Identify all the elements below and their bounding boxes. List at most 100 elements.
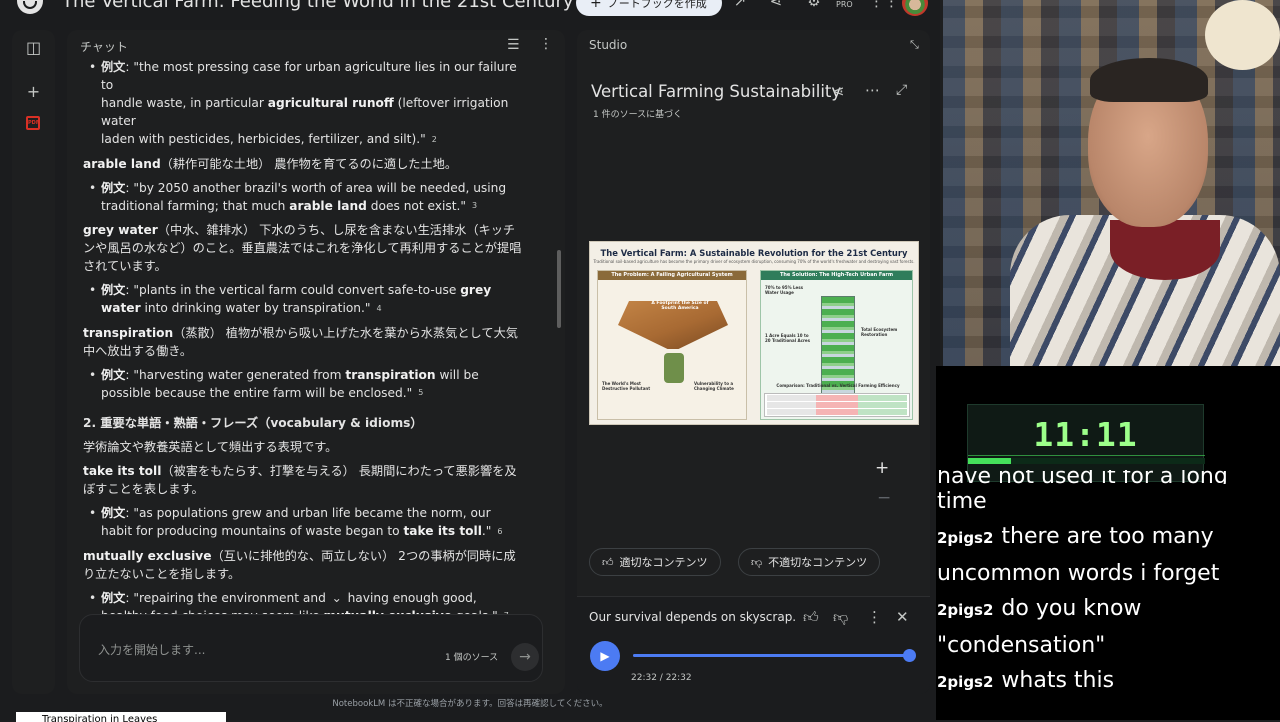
plush-toy <box>1205 0 1280 70</box>
example-bullet: 例文: "the most pressing case for urban ag… <box>83 58 523 149</box>
example-label: 例文 <box>101 590 126 605</box>
analytics-icon[interactable]: ↗ <box>730 0 750 12</box>
left-rail: ◫ + PDF <box>12 30 55 694</box>
audio-time: 22:32 / 22:32 <box>631 673 692 683</box>
studio-panel-title: Studio <box>589 38 628 52</box>
create-notebook-label: ノートブックを作成 <box>607 0 707 10</box>
toggle-sidebar-icon[interactable]: ◫ <box>24 38 43 57</box>
chat-scrollbar[interactable] <box>557 250 561 328</box>
table-row <box>767 402 907 408</box>
infographic-solution-panel: The Solution: The High-Tech Urban Farm 7… <box>760 270 913 420</box>
user-avatar[interactable] <box>902 0 928 16</box>
source-count: 1 個のソース <box>445 653 499 663</box>
example-bold-term: agricultural runoff <box>267 96 394 110</box>
play-icon[interactable]: ▶ <box>590 641 620 671</box>
example-text: : "repairing the environment and <box>125 590 330 605</box>
add-source-icon[interactable]: + <box>24 82 43 101</box>
bad-content-label: 不適切なコンテンツ <box>768 556 868 569</box>
bottom-tab[interactable]: Transpiration in Leaves <box>16 712 226 722</box>
table-row <box>767 395 907 401</box>
top-bar: The Vertical Farm: Feeding the World in … <box>0 0 940 28</box>
audio-overview-title: Our survival depends on skyscrap... <box>589 610 795 624</box>
citation-ref[interactable]: 2 <box>432 131 437 149</box>
note-subtitle: 1 件のソースに基づく <box>593 110 683 120</box>
chat-panel: チャット ☰ ⋮ 例文: "the most pressing case for… <box>67 30 565 694</box>
acre-caption: 1 Acre Equals 10 to 20 Traditional Acres <box>765 333 811 343</box>
example-label: 例文 <box>101 506 126 520</box>
stream-chat-message: 2pigs2 there are too many uncommon words … <box>937 519 1280 591</box>
audio-thumbs-down-icon[interactable]: 👎︎ <box>833 608 848 627</box>
citation-ref[interactable]: 6 <box>497 523 502 541</box>
vocab-term: take its toll <box>83 464 162 478</box>
chat-settings-tune-icon[interactable]: ☰ <box>507 37 520 53</box>
good-content-button[interactable]: 👍︎ 適切なコンテンツ <box>589 548 721 576</box>
pollutant-caption: The World's Most Destructive Pollutant <box>602 381 651 391</box>
chat-username: 2pigs2 <box>937 529 994 547</box>
share-icon[interactable]: ⋖ <box>766 0 786 12</box>
create-notebook-button[interactable]: + ノートブックを作成 <box>576 0 722 16</box>
citation-ref[interactable]: 4 <box>377 300 382 318</box>
example-text: does not exist." <box>366 198 467 213</box>
footprint-caption: A Footprint the Size of South America <box>651 301 709 311</box>
notebook-title[interactable]: The Vertical Farm: Feeding the World in … <box>62 0 574 12</box>
vocab-term: mutually exclusive <box>83 548 212 563</box>
audio-progress-slider[interactable] <box>633 649 916 662</box>
restoration-caption: Total Ecosystem Restoration <box>861 327 898 337</box>
disclaimer-note: NotebookLM は不正確な場合があります。回答は再確認してください。 <box>332 699 608 709</box>
plus-icon: + <box>590 0 602 11</box>
notebooklm-logo-icon[interactable] <box>17 0 43 14</box>
example-bullet: 例文: "harvesting water generated from tra… <box>83 366 523 403</box>
chat-message-text: whats this <box>1001 668 1115 693</box>
chat-panel-title: チャット <box>80 40 128 54</box>
scroll-down-chevron-icon[interactable]: ⌄ <box>330 589 344 607</box>
example-bullet: 例文: "plants in the vertical farm could c… <box>83 281 523 318</box>
example-label: 例文 <box>101 367 126 382</box>
section-heading: 2. 重要な単語・熟語・フレーズ（vocabulary & idioms） <box>83 416 423 430</box>
example-text: into drinking water by transpiration." <box>140 301 371 315</box>
audio-player: Our survival depends on skyscrap... 👍︎ 👎… <box>577 596 930 694</box>
example-bullet: 例文: "as populations grew and urban life … <box>83 504 523 541</box>
audio-thumbs-up-icon[interactable]: 👍︎ <box>803 608 819 627</box>
funnel-illustration <box>664 353 684 383</box>
example-text: laden with pesticides, herbicides, ferti… <box>101 132 426 146</box>
citation-ref[interactable]: 5 <box>418 384 423 402</box>
share-icon[interactable]: ⋖ <box>832 82 845 100</box>
vocab-term: arable land <box>83 156 161 171</box>
zoom-in-icon[interactable]: + <box>875 458 889 478</box>
zoom-out-icon[interactable]: − <box>877 488 891 508</box>
chat-input-placeholder[interactable]: 入力を開始します... <box>98 641 205 658</box>
studio-panel: Studio ⤡ Vertical Farming Sustainability… <box>577 30 930 694</box>
thumbs-down-icon: 👎︎ <box>751 555 763 569</box>
chat-more-icon[interactable]: ⋮ <box>539 36 553 52</box>
infographic-image[interactable]: The Vertical Farm: A Sustainable Revolut… <box>589 241 919 425</box>
example-text: : "the most pressing case for urban agri… <box>101 60 517 92</box>
timer-progress-bar <box>968 458 1205 464</box>
chat-input-box[interactable]: 入力を開始します... 1 個のソース → <box>79 614 543 682</box>
note-title: Vertical Farming Sustainability <box>591 82 842 101</box>
stream-chat-message: 2pigs2 do you know "condensation" <box>937 591 1280 663</box>
vocab-term: grey water <box>83 223 158 237</box>
table-row <box>767 409 907 415</box>
more-options-icon[interactable]: ⋯ <box>865 81 880 99</box>
audio-close-icon[interactable]: ✕ <box>896 608 909 626</box>
example-text: : "plants in the vertical farm could con… <box>125 283 461 297</box>
vocab-entry-take-its-toll: take its toll（被害をもたらす、打撃を与える） 長期間にわたって悪影… <box>83 462 523 498</box>
comparison-table <box>764 393 910 417</box>
settings-gear-icon[interactable]: ⚙ <box>804 0 824 12</box>
infographic-problem-panel: The Problem: A Failing Agricultural Syst… <box>597 270 747 420</box>
audio-more-icon[interactable]: ⋮ <box>867 608 882 626</box>
apps-grid-icon[interactable]: ⋮⋮ <box>869 0 899 12</box>
timer-value: 11:11 <box>1033 415 1138 454</box>
bad-content-button[interactable]: 👎︎ 不適切なコンテンツ <box>738 548 881 576</box>
pdf-source-icon[interactable]: PDF <box>26 116 40 130</box>
stream-chat-overlay: have not used it for a long time 2pigs2 t… <box>937 470 1280 700</box>
vocab-entry-mutually-exclusive: mutually exclusive（互いに排他的な、両立しない） 2つの事柄が… <box>83 547 523 583</box>
send-arrow-icon[interactable]: → <box>511 643 539 671</box>
good-content-label: 適切なコンテンツ <box>619 556 708 569</box>
stream-chat-message: 2pigs2 whats this <box>937 663 1280 700</box>
expand-icon[interactable]: ⤢ <box>896 82 907 98</box>
vocab-definition: （耕作可能な土地） 農作物を育てるのに適した土地。 <box>160 156 458 171</box>
citation-ref[interactable]: 3 <box>472 197 477 215</box>
audio-progress-knob[interactable] <box>903 649 916 662</box>
collapse-icon[interactable]: ⤡ <box>910 38 919 52</box>
